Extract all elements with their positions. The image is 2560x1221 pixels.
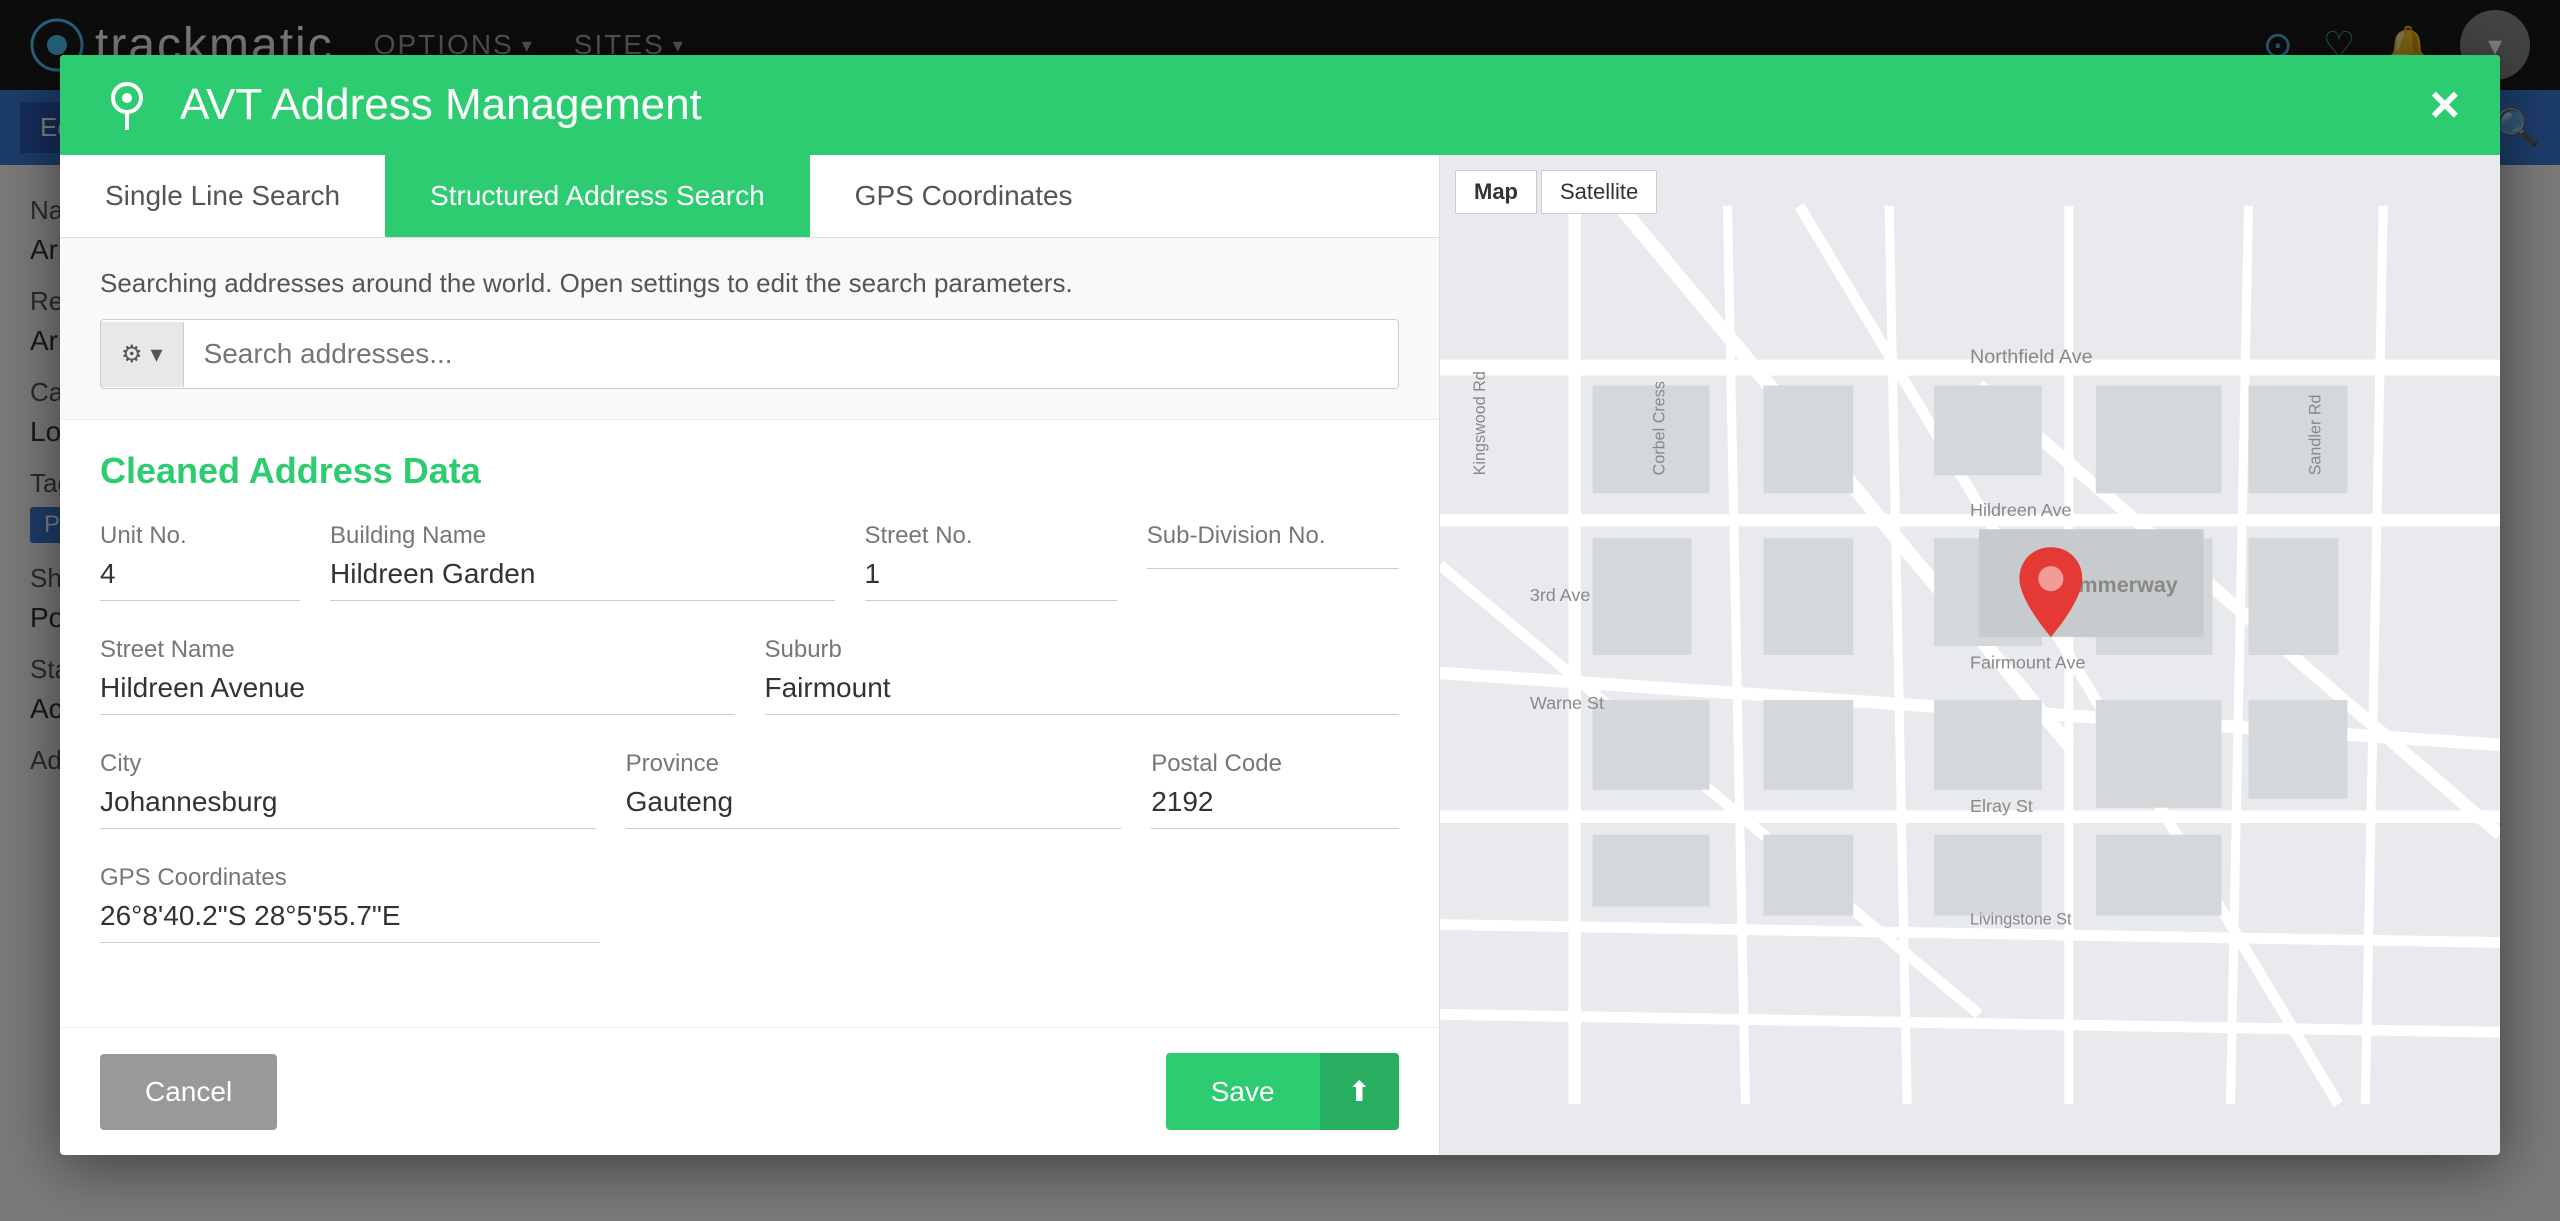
suburb-value: Fairmount: [765, 672, 1400, 715]
tab-single-line[interactable]: Single Line Search: [60, 155, 385, 237]
modal-header: AVT Address Management ×: [60, 55, 2500, 155]
gear-icon: ⚙: [121, 340, 143, 369]
subdivision-label: Sub-Division No.: [1147, 522, 1399, 550]
map-display: Northfield Ave Hildreen Ave Fairmount Av…: [1440, 155, 2500, 1155]
postal-code-field: Postal Code 2192: [1151, 750, 1399, 829]
gps-label: GPS Coordinates: [100, 864, 600, 892]
modal-footer: Cancel Save ⬆: [60, 1027, 1439, 1155]
map-controls: Map Satellite: [1455, 170, 1657, 214]
postal-code-label: Postal Code: [1151, 750, 1399, 778]
svg-text:Elray St: Elray St: [1970, 796, 2033, 816]
unit-no-label: Unit No.: [100, 522, 300, 550]
svg-text:Warne St: Warne St: [1530, 693, 1604, 713]
settings-chevron-icon: ▾: [151, 340, 163, 369]
svg-text:Hildreen Ave: Hildreen Ave: [1970, 500, 2071, 520]
satellite-view-button[interactable]: Satellite: [1541, 170, 1657, 214]
province-field: Province Gauteng: [626, 750, 1122, 829]
svg-text:Sandler Rd: Sandler Rd: [2306, 394, 2324, 475]
province-value: Gauteng: [626, 786, 1122, 829]
cleaned-title: Cleaned Address Data: [100, 450, 1399, 492]
svg-text:Fairmount Ave: Fairmount Ave: [1970, 652, 2085, 672]
tab-gps[interactable]: GPS Coordinates: [810, 155, 1118, 237]
svg-text:Northfield Ave: Northfield Ave: [1970, 346, 2093, 368]
city-label: City: [100, 750, 596, 778]
svg-text:Corbel Cress: Corbel Cress: [1651, 381, 1669, 475]
building-name-label: Building Name: [330, 522, 835, 550]
search-input-row: ⚙ ▾: [100, 319, 1399, 389]
cleaned-section: Cleaned Address Data Unit No. 4 Building…: [60, 420, 1439, 1027]
form-row-2: Street Name Hildreen Avenue Suburb Fairm…: [100, 636, 1399, 715]
unit-no-field: Unit No. 4: [100, 522, 300, 601]
subdivision-field: Sub-Division No.: [1147, 522, 1399, 601]
left-panel: Single Line Search Structured Address Se…: [60, 155, 1440, 1155]
gps-value: 26°8'40.2"S 28°5'55.7"E: [100, 900, 600, 943]
street-no-field: Street No. 1: [865, 522, 1117, 601]
form-row-3: City Johannesburg Province Gauteng Posta…: [100, 750, 1399, 829]
street-name-field: Street Name Hildreen Avenue: [100, 636, 735, 715]
form-row-1: Unit No. 4 Building Name Hildreen Garden…: [100, 522, 1399, 601]
search-area: Searching addresses around the world. Op…: [60, 238, 1439, 420]
search-hint: Searching addresses around the world. Op…: [100, 268, 1399, 299]
city-field: City Johannesburg: [100, 750, 596, 829]
tabs-container: Single Line Search Structured Address Se…: [60, 155, 1439, 238]
tab-structured[interactable]: Structured Address Search: [385, 155, 810, 237]
form-row-4: GPS Coordinates 26°8'40.2"S 28°5'55.7"E: [100, 864, 1399, 943]
gps-field: GPS Coordinates 26°8'40.2"S 28°5'55.7"E: [100, 864, 600, 943]
svg-text:Kingswood Rd: Kingswood Rd: [1471, 371, 1489, 475]
unit-no-value: 4: [100, 558, 300, 601]
map-view-button[interactable]: Map: [1455, 170, 1537, 214]
postal-code-value: 2192: [1151, 786, 1399, 829]
province-label: Province: [626, 750, 1122, 778]
modal-header-icon: [100, 78, 155, 133]
street-no-label: Street No.: [865, 522, 1117, 550]
street-no-value: 1: [865, 558, 1117, 601]
search-settings-button[interactable]: ⚙ ▾: [101, 322, 184, 387]
save-upload-button[interactable]: ⬆: [1320, 1053, 1399, 1130]
modal-title: AVT Address Management: [180, 80, 2430, 130]
street-name-label: Street Name: [100, 636, 735, 664]
street-name-value: Hildreen Avenue: [100, 672, 735, 715]
modal-body: Single Line Search Structured Address Se…: [60, 155, 2500, 1155]
modal-close-button[interactable]: ×: [2430, 75, 2460, 135]
save-button[interactable]: Save: [1166, 1053, 1320, 1130]
subdivision-value: [1147, 558, 1399, 569]
save-button-group: Save ⬆: [1166, 1053, 1399, 1130]
cancel-button[interactable]: Cancel: [100, 1054, 277, 1130]
modal: AVT Address Management × Single Line Sea…: [60, 55, 2500, 1155]
svg-text:Livingstone St: Livingstone St: [1970, 910, 2072, 928]
svg-text:3rd Ave: 3rd Ave: [1530, 585, 1591, 605]
right-panel: Map Satellite: [1440, 155, 2500, 1155]
building-name-value: Hildreen Garden: [330, 558, 835, 601]
city-value: Johannesburg: [100, 786, 596, 829]
building-name-field: Building Name Hildreen Garden: [330, 522, 835, 601]
search-input[interactable]: [184, 320, 1398, 388]
suburb-field: Suburb Fairmount: [765, 636, 1400, 715]
upload-icon: ⬆: [1348, 1076, 1371, 1107]
suburb-label: Suburb: [765, 636, 1400, 664]
